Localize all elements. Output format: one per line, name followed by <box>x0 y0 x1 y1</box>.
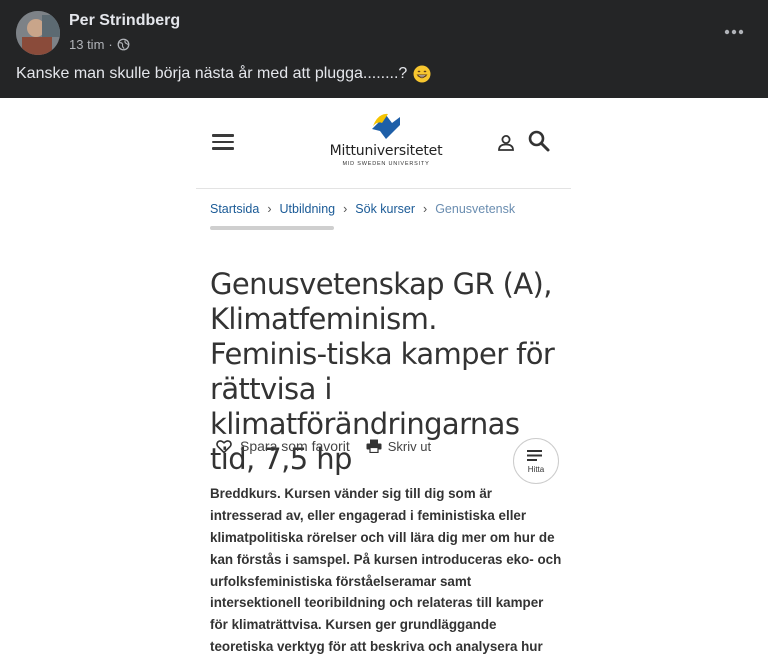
heart-icon <box>216 439 232 454</box>
save-favorite-label: Spara som favorit <box>240 438 350 454</box>
breadcrumb-scrollbar[interactable] <box>210 226 334 230</box>
post-time[interactable]: 13 tim <box>69 37 104 52</box>
avatar[interactable] <box>16 11 60 55</box>
save-favorite-button[interactable]: Spara som favorit <box>216 438 350 454</box>
logo-subtitle: MID SWEDEN UNIVERSITY <box>342 161 430 167</box>
ellipsis-icon <box>724 29 744 35</box>
print-button[interactable]: Skriv ut <box>366 439 431 454</box>
globe-icon <box>117 38 130 51</box>
breadcrumb-item[interactable]: Sök kurser <box>355 202 415 216</box>
post-meta: 13 tim · <box>69 37 130 52</box>
breadcrumb: Startsida › Utbildning › Sök kurser › Genusvet… <box>210 202 516 216</box>
menu-icon[interactable] <box>212 134 234 150</box>
find-button[interactable]: Hitta <box>513 438 559 484</box>
breadcrumb-item[interactable]: Genusvetensk <box>435 202 515 216</box>
course-description: Breddkurs. Kursen vänder sig till dig so… <box>210 486 562 654</box>
course-page: Mittuniversitetet MID SWEDEN UNIVERSITY … <box>196 98 571 659</box>
user-icon[interactable] <box>495 132 517 154</box>
course-actions: Spara som favorit Skriv ut <box>216 438 431 454</box>
post-image[interactable]: Mittuniversitetet MID SWEDEN UNIVERSITY … <box>0 98 768 659</box>
logo-text: Mittuniversitetet <box>329 143 443 159</box>
header-divider <box>196 188 571 189</box>
logo-emblem-icon <box>372 113 400 139</box>
post-caption: Kanske man skulle börja nästa år med att… <box>16 65 431 83</box>
print-label: Skriv ut <box>387 438 432 454</box>
printer-icon <box>366 439 382 453</box>
post-header: Per Strindberg 13 tim · Kanske man skull… <box>0 0 768 98</box>
find-label: Hitta <box>527 465 545 474</box>
university-logo[interactable]: Mittuniversitetet MID SWEDEN UNIVERSITY <box>324 111 448 171</box>
search-icon[interactable] <box>526 128 552 154</box>
caption-text: Kanske man skulle börja nästa år med att… <box>16 65 408 82</box>
grinning-face-emoji-icon <box>413 65 431 83</box>
breadcrumb-item[interactable]: Utbildning <box>280 202 336 216</box>
meta-separator: · <box>108 37 113 52</box>
author-name[interactable]: Per Strindberg <box>69 12 180 30</box>
breadcrumb-item[interactable]: Startsida <box>210 202 259 216</box>
more-options-button[interactable] <box>716 20 752 44</box>
list-icon <box>527 450 542 461</box>
